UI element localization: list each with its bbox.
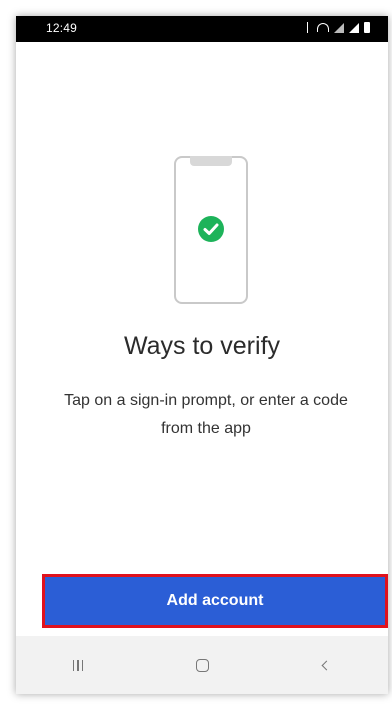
status-time: 12:49 [46, 21, 78, 35]
page-title: Ways to verify [123, 332, 281, 360]
phone-screen: 12:49 Ways to verify Tap on a sign-in pr… [16, 16, 388, 694]
battery-icon [364, 22, 370, 33]
recents-icon [72, 659, 84, 671]
status-bar: 12:49 [16, 16, 388, 42]
phone-notch [190, 156, 232, 166]
check-circle-icon [198, 216, 224, 242]
add-account-button-label: Add account [166, 592, 264, 609]
recents-button[interactable] [48, 645, 108, 685]
signal-icon [334, 22, 344, 33]
signal-icon [349, 22, 359, 33]
home-icon [195, 658, 209, 672]
add-account-button[interactable]: Add account [42, 574, 388, 628]
home-button[interactable] [172, 645, 232, 685]
phone-check-illustration [174, 156, 248, 304]
status-icons [306, 22, 370, 33]
back-icon [321, 660, 331, 670]
back-button[interactable] [296, 645, 356, 685]
page-description: Tap on a sign-in prompt, or enter a code… [64, 392, 348, 437]
system-nav-bar [16, 636, 388, 694]
bluetooth-icon [306, 22, 312, 33]
wifi-icon [317, 23, 329, 32]
